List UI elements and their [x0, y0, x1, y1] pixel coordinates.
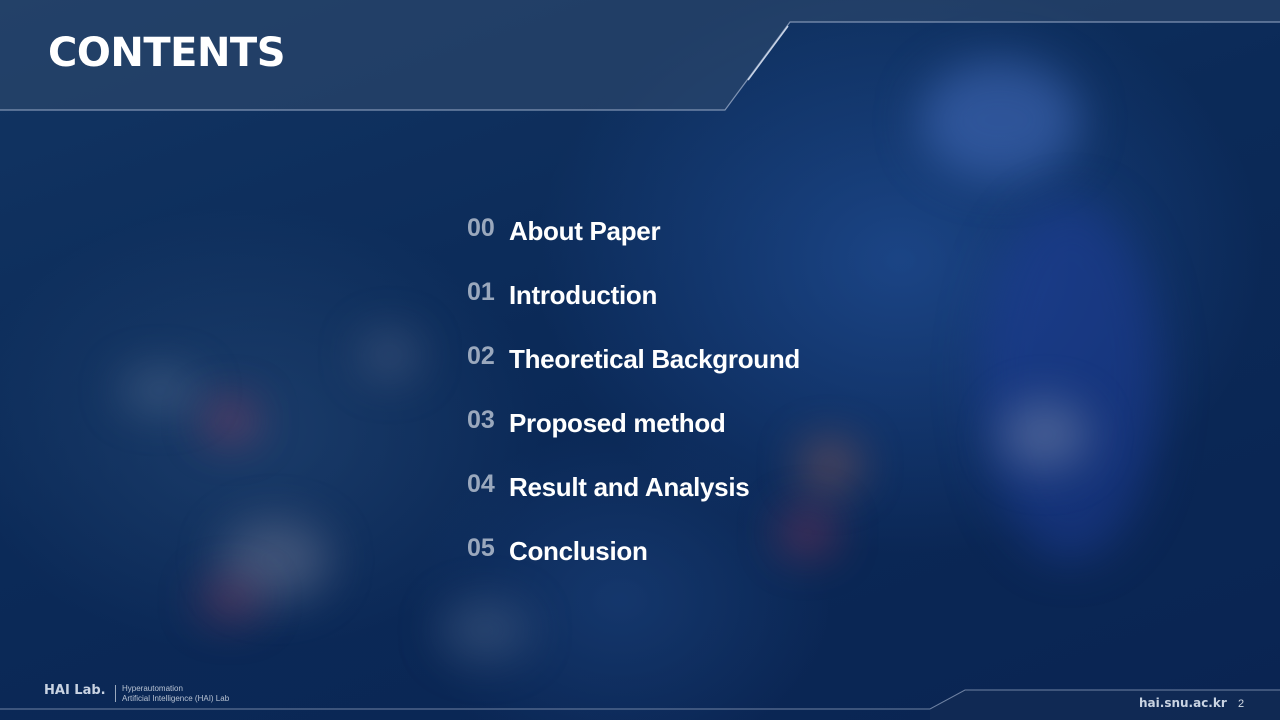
toc-number: 03 — [467, 406, 495, 434]
toc-number: 02 — [467, 342, 495, 370]
toc-label: Result and Analysis — [509, 472, 750, 502]
toc-label: Proposed method — [509, 408, 726, 438]
footer-lab-name: Hyperautomation Artificial Intelligence … — [122, 684, 229, 704]
page-number: 2 — [1238, 698, 1245, 710]
toc-number: 04 — [467, 470, 495, 498]
toc-number: 01 — [467, 278, 495, 306]
toc-label: Introduction — [509, 280, 658, 310]
footer-band-shape — [930, 690, 1280, 720]
toc-label: Theoretical Background — [509, 344, 801, 374]
footer-lab-line2: Artificial Intelligence (HAI) Lab — [122, 694, 230, 703]
page-title: CONTENTS — [48, 30, 286, 76]
toc-number: 00 — [467, 214, 495, 242]
toc-label: Conclusion — [509, 536, 648, 566]
footer-divider — [115, 685, 116, 702]
footer-lab-line1: Hyperautomation — [122, 684, 183, 693]
toc-label: About Paper — [509, 216, 661, 246]
footer-brand-logo: HAI Lab. — [44, 683, 106, 698]
footer-url: hai.snu.ac.kr — [1139, 696, 1227, 710]
toc-number: 05 — [467, 534, 495, 562]
